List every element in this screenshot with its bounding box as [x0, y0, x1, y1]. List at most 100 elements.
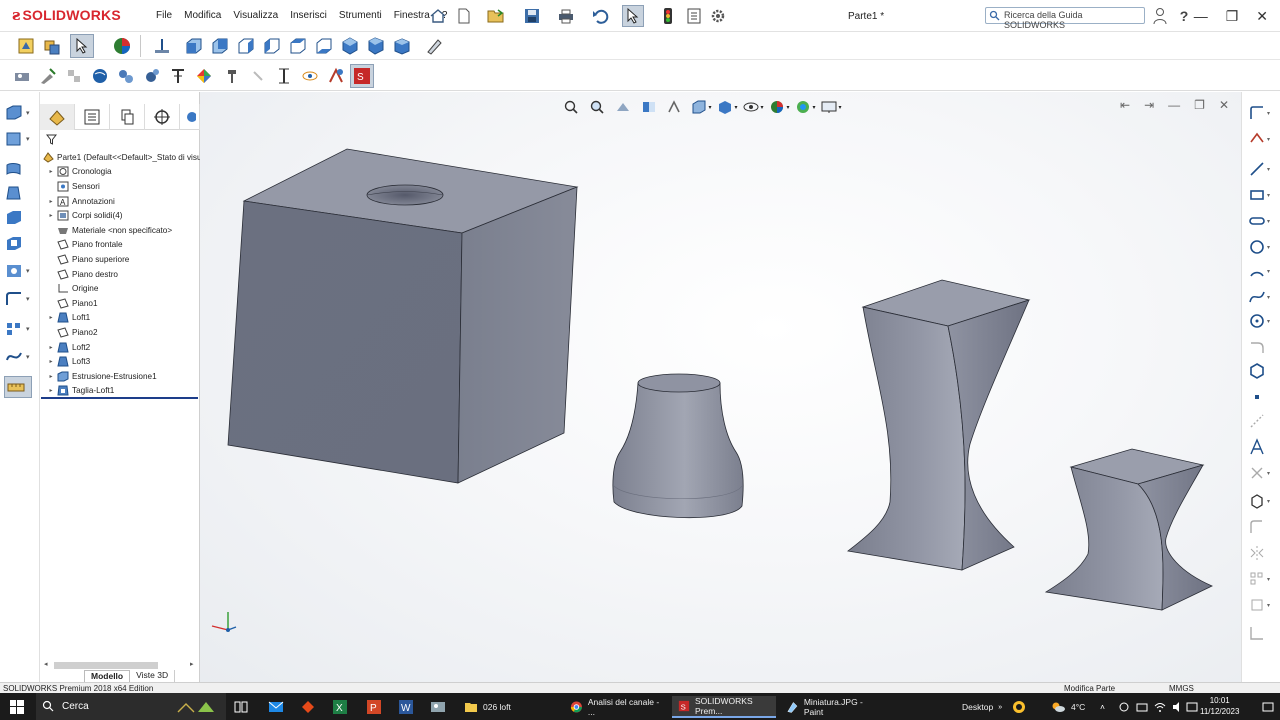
- save-icon[interactable]: [522, 6, 542, 26]
- menu-file[interactable]: File: [150, 10, 178, 21]
- instant3d-ruler-icon[interactable]: [4, 376, 32, 398]
- measure-tape-icon[interactable]: [422, 34, 446, 58]
- scroll-right-arrow-icon[interactable]: ▸: [190, 660, 194, 668]
- tall-twisted-loft-body[interactable]: [847, 279, 1031, 571]
- expand-arrow-icon[interactable]: ▸: [46, 373, 56, 380]
- dimxpert-icon[interactable]: [220, 64, 244, 88]
- tree-item[interactable]: Sensori: [40, 179, 200, 194]
- tree-item[interactable]: ▸ Loft3: [40, 354, 200, 369]
- weather-widget[interactable]: 4°C: [1050, 696, 1085, 718]
- tree-item[interactable]: ▸ Loft1: [40, 311, 200, 326]
- point-icon[interactable]: [1248, 386, 1276, 408]
- tree-item[interactable]: ▸ Estrusione-Estrusione1: [40, 369, 200, 384]
- windows-start-icon[interactable]: [10, 696, 24, 718]
- box-with-hole-body[interactable]: [227, 148, 579, 484]
- tab-property-manager[interactable]: [75, 104, 110, 130]
- tree-item[interactable]: Piano1: [40, 296, 200, 311]
- tab-modello[interactable]: Modello: [84, 670, 131, 682]
- rectangle-icon[interactable]: ▾: [1248, 184, 1276, 206]
- expand-arrow-icon[interactable]: ▸: [46, 198, 56, 205]
- expand-arrow-icon[interactable]: ▸: [46, 212, 56, 219]
- section-view-icon[interactable]: [166, 64, 190, 88]
- assembly-icon[interactable]: [40, 34, 64, 58]
- edit-appearance-icon[interactable]: [36, 64, 60, 88]
- view-dimetric-icon[interactable]: [390, 34, 414, 58]
- sketch-icon[interactable]: ▾: [1248, 102, 1276, 124]
- tab-feature-tree[interactable]: [40, 104, 75, 130]
- view-trimetric-icon[interactable]: [364, 34, 388, 58]
- bell-loft-body[interactable]: [612, 373, 744, 519]
- task-view-icon[interactable]: [234, 696, 248, 718]
- cameras-icon[interactable]: [140, 64, 164, 88]
- tree-item[interactable]: ▸ Corpi solidi(4): [40, 208, 200, 223]
- help-search-input[interactable]: Ricerca della Guida SOLIDWORKS: [985, 7, 1145, 30]
- move-entities-icon[interactable]: ▾: [1248, 594, 1276, 616]
- rebuild-traffic-light-icon[interactable]: [658, 6, 678, 26]
- view-right-icon[interactable]: [260, 34, 284, 58]
- linear-pattern-icon[interactable]: ▾: [4, 318, 36, 340]
- view-front-icon[interactable]: [182, 34, 206, 58]
- text-icon[interactable]: [1248, 436, 1276, 458]
- tab-dimxpert-manager[interactable]: [145, 104, 180, 130]
- menu-inserisci[interactable]: Inserisci: [284, 10, 333, 21]
- scroll-thumb[interactable]: [54, 662, 158, 669]
- new-part-icon[interactable]: [14, 34, 38, 58]
- expand-arrow-icon[interactable]: ▸: [46, 358, 56, 365]
- tree-item[interactable]: ▸ A Annotazioni: [40, 194, 200, 209]
- expand-arrow-icon[interactable]: ▸: [46, 387, 56, 394]
- select-tool-button[interactable]: [70, 34, 94, 58]
- hole-wizard-icon[interactable]: ▾: [4, 260, 36, 282]
- expand-arrow-icon[interactable]: ▸: [46, 314, 56, 321]
- tray-onedrive-icon[interactable]: [1118, 696, 1130, 718]
- tree-horizontal-scrollbar[interactable]: ◂ ▸: [44, 660, 196, 669]
- options-gear-icon[interactable]: [708, 6, 728, 26]
- undo-icon[interactable]: [590, 6, 610, 26]
- taskbar-search-input[interactable]: Cerca: [36, 693, 226, 720]
- convert-entities-icon[interactable]: ▾: [1248, 490, 1276, 512]
- tab-configuration-manager[interactable]: [110, 104, 145, 130]
- word-icon[interactable]: W: [398, 696, 414, 718]
- notifications-icon[interactable]: [1262, 696, 1274, 718]
- tree-item[interactable]: Piano2: [40, 325, 200, 340]
- help-icon[interactable]: ?: [1174, 6, 1194, 26]
- tree-item[interactable]: Piano frontale: [40, 238, 200, 253]
- mail-icon[interactable]: [268, 696, 284, 718]
- view-isometric-icon[interactable]: [338, 34, 362, 58]
- scroll-left-arrow-icon[interactable]: ◂: [44, 660, 48, 668]
- taskbar-app-folder[interactable]: 026 loft: [458, 696, 558, 718]
- swept-boss-icon[interactable]: [4, 158, 36, 180]
- taskbar-app-paint[interactable]: Miniatura.JPG - Paint: [780, 696, 884, 718]
- open-folder-icon[interactable]: [486, 6, 506, 26]
- tree-item[interactable]: Piano superiore: [40, 252, 200, 267]
- circle-icon[interactable]: ▾: [1248, 236, 1276, 258]
- print-icon[interactable]: [556, 6, 576, 26]
- photos-icon[interactable]: [430, 696, 446, 718]
- slot-icon[interactable]: ▾: [1248, 210, 1276, 232]
- language-icon[interactable]: [1186, 696, 1198, 718]
- graphics-area[interactable]: ▾ ▾ ▾ ▾ ▾ ▾ ⇤ ⇥ — ❐ ✕: [200, 92, 1241, 682]
- taskbar-app-icon[interactable]: [300, 696, 316, 718]
- minimize-icon[interactable]: —: [1194, 8, 1208, 25]
- menu-strumenti[interactable]: Strumenti: [333, 10, 388, 21]
- short-twisted-loft-body[interactable]: [1044, 448, 1213, 611]
- spline-icon[interactable]: ▾: [1248, 286, 1276, 308]
- solidworks-addin-icon[interactable]: S: [350, 64, 374, 88]
- extruded-boss-icon[interactable]: ▾: [4, 102, 36, 124]
- ellipse-icon[interactable]: ▾: [1248, 310, 1276, 332]
- line-icon[interactable]: ▾: [1248, 158, 1276, 180]
- revolved-boss-icon[interactable]: ▾: [4, 128, 36, 150]
- powerpoint-icon[interactable]: P: [366, 696, 382, 718]
- boundary-boss-icon[interactable]: [4, 206, 36, 228]
- view-left-icon[interactable]: [234, 34, 258, 58]
- expand-arrow-icon[interactable]: ▸: [46, 344, 56, 351]
- linear-sketch-pattern-icon[interactable]: ▾: [1248, 568, 1276, 590]
- vertical-dimension-icon[interactable]: [272, 64, 296, 88]
- display-states-icon[interactable]: [62, 64, 86, 88]
- file-properties-icon[interactable]: [684, 6, 704, 26]
- network-icon[interactable]: [1136, 696, 1148, 718]
- polygon-icon[interactable]: [1248, 360, 1276, 382]
- view-back-icon[interactable]: [208, 34, 232, 58]
- view-top-icon[interactable]: [286, 34, 310, 58]
- desktop-toolbar[interactable]: Desktop »: [962, 696, 1002, 718]
- taskbar-app-solidworks[interactable]: S SOLIDWORKS Prem...: [672, 696, 776, 718]
